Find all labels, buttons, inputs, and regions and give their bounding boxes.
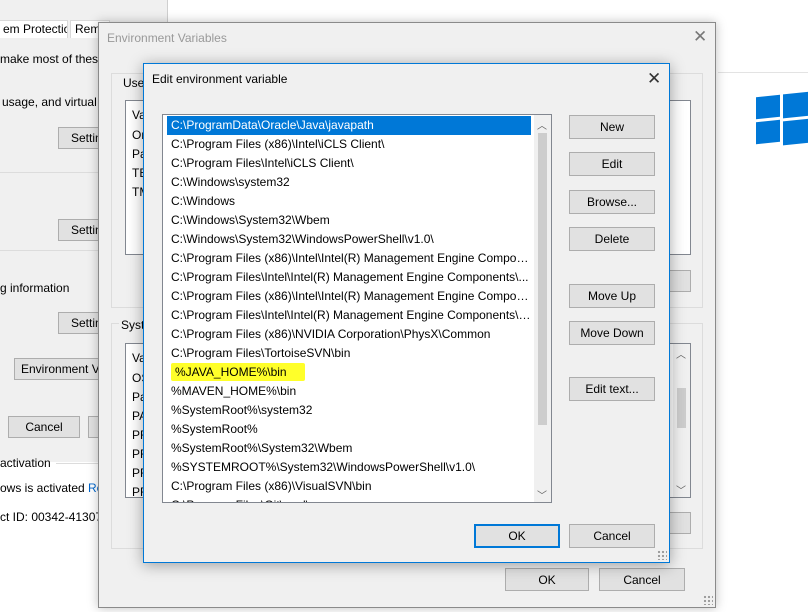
performance-text: make most of these c [0,52,115,66]
cancel-button[interactable]: Cancel [569,524,655,548]
path-list-item[interactable]: C:\Program Files\Intel\iCLS Client\ [169,154,531,173]
path-list-item[interactable]: C:\Windows\System32\Wbem [169,211,531,230]
scrollbar[interactable]: ︿ ﹀ [673,344,690,497]
path-list-item[interactable]: %SystemRoot% [169,420,531,439]
path-list-item[interactable]: C:\Program Files (x86)\NVIDIA Corporatio… [169,325,531,344]
path-list-item[interactable]: C:\Program Files (x86)\Intel\Intel(R) Ma… [169,249,531,268]
edit-text-button[interactable]: Edit text... [569,377,655,401]
resize-grip-icon[interactable] [703,595,713,605]
move-down-button[interactable]: Move Down [569,321,655,345]
close-icon[interactable]: ✕ [647,70,661,87]
cancel-button[interactable]: Cancel [8,416,80,438]
scrollbar[interactable]: ︿ ﹀ [534,115,551,502]
startup-info-text: g information [0,281,70,295]
environment-variables-button[interactable]: Environment Vari [14,358,108,380]
delete-button[interactable]: Delete [569,227,655,251]
activation-status: ows is activated [0,481,85,495]
edit-button[interactable]: Edit [569,152,655,176]
path-list[interactable]: C:\ProgramData\Oracle\Java\javapath C:\Pr… [162,114,552,503]
divider [0,172,98,173]
product-id: ct ID: 00342-41307- [0,510,107,524]
scroll-up-icon[interactable]: ︿ [534,117,550,132]
browse-button[interactable]: Browse... [569,190,655,214]
dialog-title: Edit environment variable [152,72,288,86]
move-up-button[interactable]: Move Up [569,284,655,308]
path-list-item[interactable]: C:\Program Files (x86)\VisualSVN\bin [169,477,531,496]
path-list-item[interactable]: %JAVA_HOME%\bin [169,363,531,382]
new-button[interactable]: New [569,115,655,139]
path-list-item[interactable]: C:\Program Files\TortoiseSVN\bin [169,344,531,363]
close-icon[interactable]: ✕ [693,28,707,45]
path-list-item[interactable]: %MAVEN_HOME%\bin [169,382,531,401]
scroll-thumb[interactable] [538,133,547,425]
path-list-item[interactable]: C:\ProgramData\Oracle\Java\javapath [167,116,531,135]
path-list-item[interactable]: %SystemRoot%\system32 [169,401,531,420]
ok-button[interactable]: OK [505,568,589,591]
scroll-thumb[interactable] [677,388,686,428]
tab-system-protection[interactable]: em Protection [0,20,68,38]
edit-environment-variable-dialog: Edit environment variable ✕ C:\ProgramDa… [143,63,670,563]
path-list-item[interactable]: C:\Program Files\Git\cmd\ [169,496,531,502]
path-list-item[interactable]: C:\Windows\system32 [169,173,531,192]
path-list-item[interactable]: %SYSTEMROOT%\System32\WindowsPowerShell\… [169,458,531,477]
path-list-item[interactable]: C:\Windows [169,192,531,211]
path-list-item[interactable]: C:\Program Files\Intel\Intel(R) Manageme… [169,268,531,287]
path-list-item[interactable]: C:\Program Files\Intel\Intel(R) Manageme… [169,306,531,325]
path-list-item[interactable]: C:\Windows\System32\WindowsPowerShell\v1… [169,230,531,249]
ok-button[interactable]: OK [474,524,560,548]
path-list-item[interactable]: C:\Program Files (x86)\Intel\Intel(R) Ma… [169,287,531,306]
scroll-down-icon[interactable]: ﹀ [534,487,550,502]
divider [56,463,98,464]
settings-background [718,0,808,612]
path-list-item[interactable]: C:\Program Files (x86)\Intel\iCLS Client… [169,135,531,154]
path-list-item[interactable]: %SystemRoot%\System32\Wbem [169,439,531,458]
divider [0,250,98,251]
activation-heading: activation [0,456,51,470]
resize-grip-icon[interactable] [657,550,667,560]
divider [718,72,808,73]
scroll-up-icon[interactable]: ︿ [673,346,689,361]
dialog-title: Environment Variables [107,31,227,45]
windows-logo-icon [756,91,808,148]
cancel-button[interactable]: Cancel [599,568,685,591]
scroll-down-icon[interactable]: ﹀ [673,482,689,497]
